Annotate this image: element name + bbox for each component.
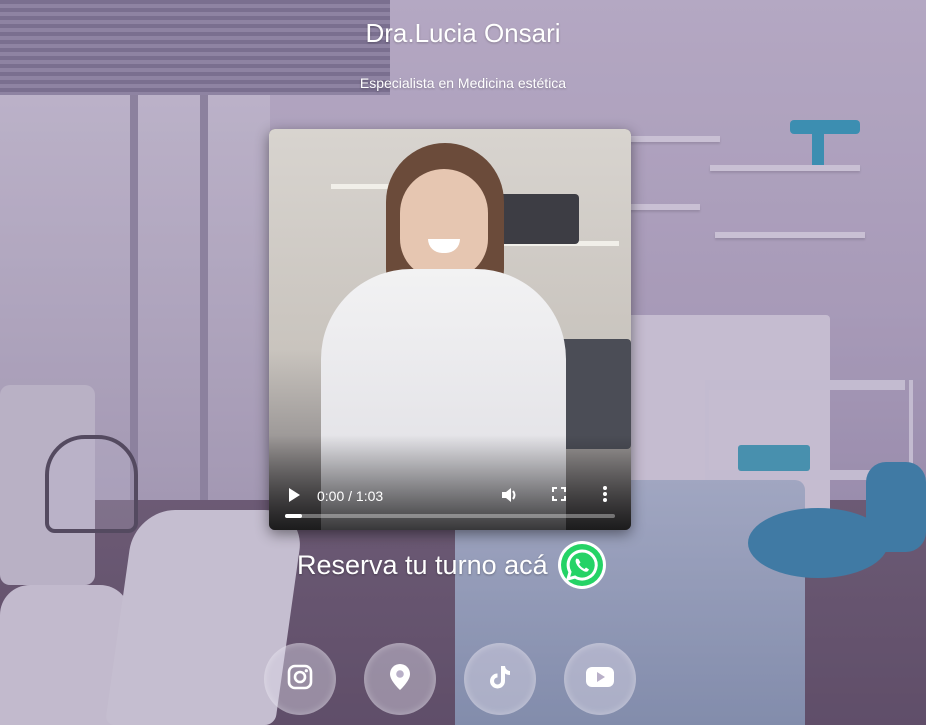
video-time: 0:00 / 1:03 [317,488,384,504]
video-player[interactable]: 0:00 / 1:03 [269,129,631,530]
video-progress-fill [285,514,302,518]
instagram-link[interactable] [264,643,336,715]
location-pin-icon [389,663,411,696]
cta-label: Reserva tu turno acá [297,549,548,580]
video-progress-bar[interactable] [285,514,615,518]
youtube-icon [585,666,615,693]
location-link[interactable] [364,643,436,715]
page-title: Dra.Lucia Onsari [365,18,561,48]
volume-icon[interactable] [501,486,519,506]
instagram-icon [287,664,313,695]
whatsapp-icon[interactable] [557,541,606,589]
more-options-icon[interactable] [603,486,607,504]
page-subtitle: Especialista en Medicina estética [359,75,567,91]
youtube-link[interactable] [564,643,636,715]
video-controls: 0:00 / 1:03 [269,470,631,530]
book-appointment-link[interactable]: Reserva tu turno acá [297,540,606,590]
tiktok-link[interactable] [464,643,536,715]
tiktok-icon [488,664,512,695]
play-icon[interactable] [287,487,301,505]
fullscreen-icon[interactable] [552,487,566,503]
